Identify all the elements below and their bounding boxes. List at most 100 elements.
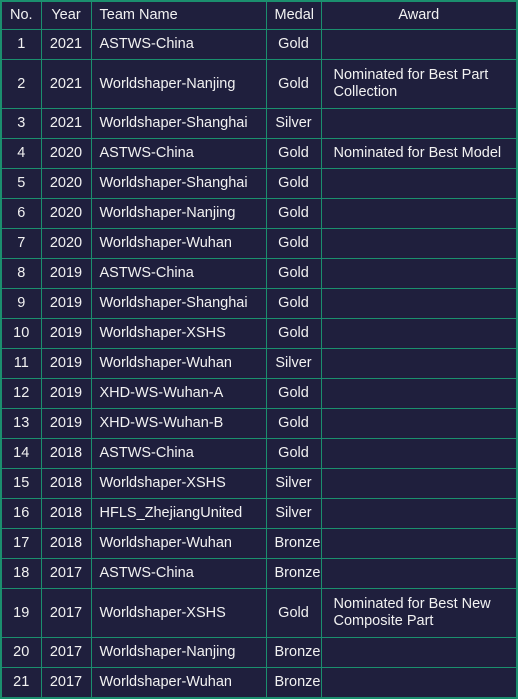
row-medal: Gold — [265, 258, 322, 289]
row-medal: Silver — [265, 498, 322, 529]
table-row: 16 2018 HFLS_ZhejiangUnited Silver — [0, 498, 518, 529]
row-award — [320, 168, 518, 199]
row-award — [320, 288, 518, 319]
row-year: 2018 — [40, 498, 92, 529]
row-medal: Silver — [265, 108, 322, 139]
row-number: 1 — [0, 29, 42, 60]
row-award: Nominated for Best New Composite Part — [320, 588, 518, 638]
row-year: 2018 — [40, 468, 92, 499]
row-number: 19 — [0, 588, 42, 638]
row-award — [320, 468, 518, 499]
row-award: Nominated for Best Part Collection — [320, 59, 518, 109]
row-medal: Gold — [265, 408, 322, 439]
row-number: 2 — [0, 59, 42, 109]
row-team-name: Worldshaper-Wuhan — [90, 528, 267, 559]
row-number: 15 — [0, 468, 42, 499]
row-award — [320, 637, 518, 668]
row-team-name: Worldshaper-XSHS — [90, 588, 267, 638]
row-year: 2019 — [40, 408, 92, 439]
row-award — [320, 258, 518, 289]
row-number: 18 — [0, 558, 42, 589]
row-medal: Gold — [265, 138, 322, 169]
row-number: 20 — [0, 637, 42, 668]
table-row: 17 2018 Worldshaper-Wuhan Bronze — [0, 528, 518, 559]
row-award — [320, 198, 518, 229]
table-row: 18 2017 ASTWS-China Bronze — [0, 558, 518, 589]
row-year: 2019 — [40, 288, 92, 319]
row-team-name: ASTWS-China — [90, 138, 267, 169]
row-award — [320, 29, 518, 60]
row-number: 5 — [0, 168, 42, 199]
row-year: 2021 — [40, 59, 92, 109]
table-row: 5 2020 Worldshaper-Shanghai Gold — [0, 168, 518, 199]
row-medal: Gold — [265, 438, 322, 469]
row-year: 2018 — [40, 528, 92, 559]
row-award — [320, 408, 518, 439]
row-team-name: Worldshaper-XSHS — [90, 318, 267, 349]
table-row: 19 2017 Worldshaper-XSHS Gold Nominated for … — [0, 588, 518, 638]
row-number: 8 — [0, 258, 42, 289]
table-body: 1 2021 ASTWS-China Gold 2 2021 Worldshaper-Nan… — [0, 29, 518, 699]
row-medal: Gold — [265, 29, 322, 60]
row-team-name: XHD-WS-Wuhan-B — [90, 408, 267, 439]
row-year: 2020 — [40, 138, 92, 169]
row-team-name: ASTWS-China — [90, 29, 267, 60]
medal-awards-table: No. Year Team Name Medal Award 1 2021 ASTW… — [0, 0, 518, 699]
row-team-name: Worldshaper-Wuhan — [90, 228, 267, 259]
row-team-name: Worldshaper-Shanghai — [90, 108, 267, 139]
row-year: 2019 — [40, 348, 92, 379]
row-number: 7 — [0, 228, 42, 259]
row-number: 10 — [0, 318, 42, 349]
header-row: No. Year Team Name Medal Award — [0, 0, 518, 30]
header-year: Year — [40, 0, 92, 30]
row-medal: Gold — [265, 168, 322, 199]
row-award — [320, 558, 518, 589]
row-team-name: Worldshaper-Nanjing — [90, 198, 267, 229]
row-number: 12 — [0, 378, 42, 409]
row-medal: Silver — [265, 348, 322, 379]
row-award — [320, 438, 518, 469]
table-row: 3 2021 Worldshaper-Shanghai Silver — [0, 108, 518, 139]
row-number: 9 — [0, 288, 42, 319]
row-team-name: Worldshaper-Shanghai — [90, 168, 267, 199]
row-team-name: Worldshaper-Nanjing — [90, 59, 267, 109]
row-award — [320, 348, 518, 379]
header-no: No. — [0, 0, 42, 30]
table-row: 21 2017 Worldshaper-Wuhan Bronze — [0, 667, 518, 699]
table-row: 1 2021 ASTWS-China Gold — [0, 29, 518, 60]
row-team-name: XHD-WS-Wuhan-A — [90, 378, 267, 409]
row-team-name: ASTWS-China — [90, 258, 267, 289]
row-number: 3 — [0, 108, 42, 139]
row-year: 2021 — [40, 108, 92, 139]
row-award — [320, 318, 518, 349]
table-row: 13 2019 XHD-WS-Wuhan-B Gold — [0, 408, 518, 439]
row-award — [320, 528, 518, 559]
row-team-name: Worldshaper-Nanjing — [90, 637, 267, 668]
table-row: 7 2020 Worldshaper-Wuhan Gold — [0, 228, 518, 259]
row-medal: Gold — [265, 378, 322, 409]
header-medal: Medal — [265, 0, 322, 30]
row-number: 4 — [0, 138, 42, 169]
row-award — [320, 667, 518, 699]
row-medal: Bronze — [265, 637, 322, 668]
row-year: 2017 — [40, 588, 92, 638]
row-number: 14 — [0, 438, 42, 469]
row-team-name: Worldshaper-Shanghai — [90, 288, 267, 319]
row-year: 2019 — [40, 318, 92, 349]
table-row: 14 2018 ASTWS-China Gold — [0, 438, 518, 469]
row-team-name: Worldshaper-Wuhan — [90, 348, 267, 379]
table-row: 2 2021 Worldshaper-Nanjing Gold Nominated fo… — [0, 59, 518, 109]
table-row: 4 2020 ASTWS-China Gold Nominated for Best M… — [0, 138, 518, 169]
row-medal: Gold — [265, 59, 322, 109]
row-medal: Gold — [265, 288, 322, 319]
row-year: 2017 — [40, 667, 92, 699]
row-medal: Bronze — [265, 558, 322, 589]
table-row: 10 2019 Worldshaper-XSHS Gold — [0, 318, 518, 349]
row-number: 11 — [0, 348, 42, 379]
row-medal: Gold — [265, 588, 322, 638]
row-number: 17 — [0, 528, 42, 559]
row-award — [320, 498, 518, 529]
row-team-name: HFLS_ZhejiangUnited — [90, 498, 267, 529]
table-row: 8 2019 ASTWS-China Gold — [0, 258, 518, 289]
row-medal: Silver — [265, 468, 322, 499]
